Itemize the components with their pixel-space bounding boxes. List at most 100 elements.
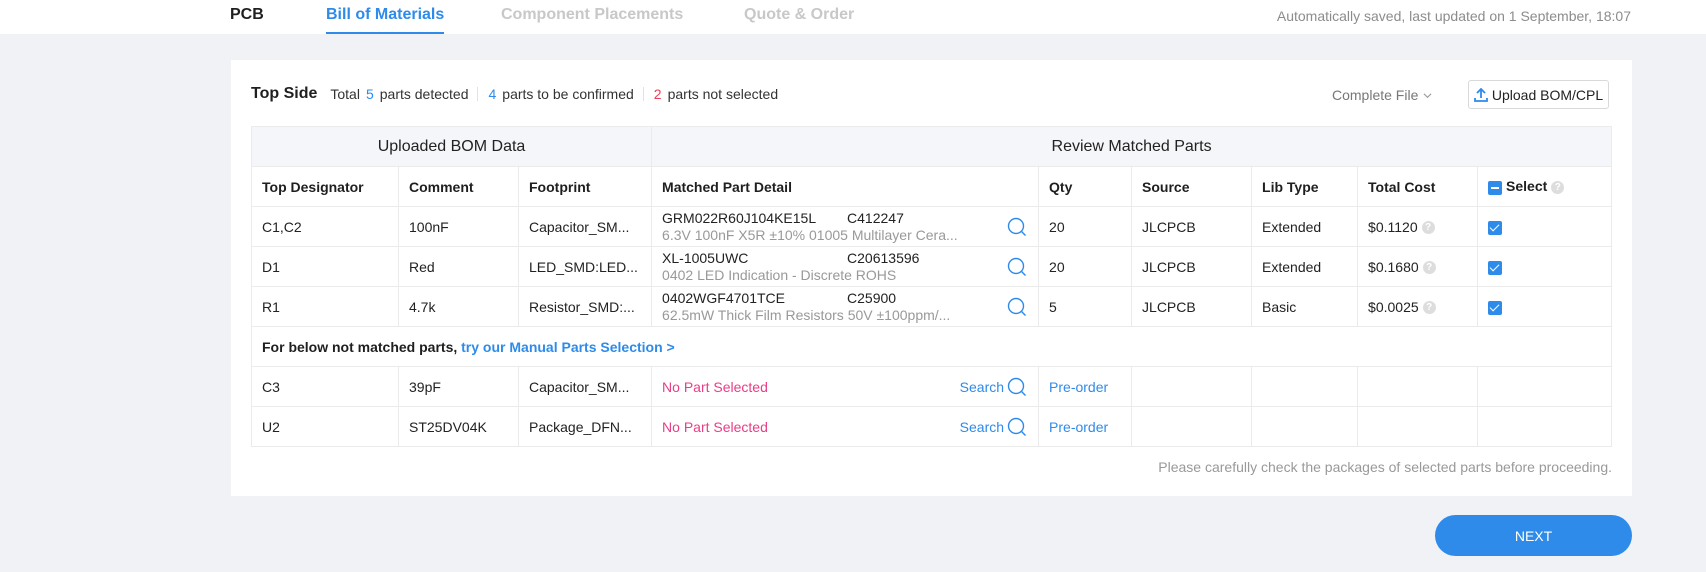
total-cost bbox=[1357, 406, 1479, 447]
lib-type: Basic bbox=[1251, 286, 1359, 327]
preorder-cell: Pre-order bbox=[1038, 406, 1133, 447]
col-header-footprint: Footprint bbox=[517, 166, 653, 207]
col-header-total-cost: Total Cost bbox=[1357, 166, 1479, 207]
manual-parts-selection-link[interactable]: try our Manual Parts Selection > bbox=[461, 339, 675, 355]
part-mpn[interactable]: XL-1005UWC bbox=[662, 250, 847, 267]
upload-label: Upload BOM/CPL bbox=[1491, 86, 1604, 103]
search-icon[interactable] bbox=[1007, 257, 1027, 277]
search-icon[interactable] bbox=[1007, 217, 1027, 237]
tab-component-placements[interactable]: Component Placements bbox=[501, 6, 683, 34]
tab-quote-order[interactable]: Quote & Order bbox=[744, 6, 854, 34]
designator: C1,C2 bbox=[251, 206, 399, 247]
part-lcsc[interactable]: C412247 bbox=[847, 210, 904, 227]
no-part-status: No Part Selected bbox=[662, 378, 768, 395]
table-row: D1 Red LED_SMD:LED... XL-1005UWC C2061359… bbox=[251, 246, 1613, 287]
divider bbox=[477, 87, 479, 101]
preorder-cell: Pre-order bbox=[1038, 366, 1133, 407]
footprint: Package_DFN... bbox=[517, 406, 653, 447]
select-label: Select bbox=[1506, 178, 1548, 195]
matched-part-detail: No Part Selected Search bbox=[651, 406, 1040, 447]
part-lcsc[interactable]: C20613596 bbox=[847, 250, 919, 267]
footprint: Capacitor_SM... bbox=[517, 206, 653, 247]
tab-pcb[interactable]: PCB bbox=[230, 6, 264, 34]
col-header-qty: Qty bbox=[1038, 166, 1133, 207]
select-cell bbox=[1477, 366, 1613, 407]
unmatched-note-row: For below not matched parts, try our Man… bbox=[250, 326, 1613, 367]
search-icon bbox=[1007, 417, 1027, 436]
help-icon[interactable]: ? bbox=[1551, 181, 1565, 195]
group-header-uploaded: Uploaded BOM Data bbox=[250, 126, 653, 167]
designator: C3 bbox=[251, 366, 399, 407]
help-icon[interactable]: ? bbox=[1421, 221, 1435, 235]
bom-table: Uploaded BOM Data Review Matched Parts T… bbox=[250, 126, 1613, 447]
preorder-link[interactable]: Pre-order bbox=[1049, 379, 1108, 395]
matched-part-detail: 0402WGF4701TCE C25900 62.5mW Thick Film R… bbox=[651, 286, 1040, 327]
lib-type: Extended bbox=[1251, 206, 1359, 247]
source: JLCPCB bbox=[1131, 206, 1253, 247]
table-row: R1 4.7k Resistor_SMD:... 0402WGF4701TCE C… bbox=[251, 286, 1613, 327]
footprint: Resistor_SMD:... bbox=[517, 286, 653, 327]
no-part-status: No Part Selected bbox=[662, 418, 768, 435]
preorder-link[interactable]: Pre-order bbox=[1049, 419, 1108, 435]
table-row: U2 ST25DV04K Package_DFN... No Part Sele… bbox=[251, 406, 1613, 447]
col-header-comment: Comment bbox=[398, 166, 519, 207]
help-icon[interactable]: ? bbox=[1422, 261, 1436, 275]
parts-summary: Top Side Total 5 parts detected 4 parts … bbox=[251, 85, 778, 103]
upload-icon bbox=[1473, 87, 1488, 102]
side-title: Top Side bbox=[251, 85, 318, 102]
total-label: Total bbox=[330, 86, 360, 102]
select-cell bbox=[1477, 246, 1613, 287]
col-header-source: Source bbox=[1131, 166, 1253, 207]
table-row: C1,C2 100nF Capacitor_SM... GRM022R60J10… bbox=[251, 206, 1613, 247]
confirm-suffix: parts to be confirmed bbox=[502, 86, 634, 102]
total-cost-value: $0.1120 bbox=[1368, 218, 1418, 235]
note-text: For below not matched parts, bbox=[262, 338, 458, 355]
row-select-checkbox[interactable] bbox=[1488, 220, 1503, 235]
not-selected-count: 2 bbox=[653, 86, 662, 102]
next-button[interactable]: NEXT bbox=[1435, 515, 1632, 556]
total-suffix: parts detected bbox=[379, 86, 469, 102]
autosave-status: Automatically saved, last updated on 1 S… bbox=[1276, 8, 1631, 24]
search-part-button[interactable]: Search bbox=[960, 417, 1027, 437]
part-lcsc[interactable]: C25900 bbox=[847, 290, 896, 307]
total-cost-value: $0.1680 bbox=[1368, 258, 1419, 275]
column-header-row: Top Designator Comment Footprint Matched… bbox=[251, 166, 1613, 207]
search-icon bbox=[1007, 377, 1027, 396]
comment: ST25DV04K bbox=[398, 406, 519, 447]
complete-file-label: Complete File bbox=[1332, 87, 1419, 103]
select-cell bbox=[1477, 406, 1613, 447]
complete-file-dropdown[interactable]: Complete File bbox=[1332, 87, 1432, 103]
help-icon[interactable]: ? bbox=[1422, 301, 1436, 315]
matched-part-detail: XL-1005UWC C20613596 0402 LED Indication … bbox=[651, 246, 1040, 287]
qty: 5 bbox=[1038, 286, 1133, 327]
comment: 39pF bbox=[398, 366, 519, 407]
col-header-select: Select? bbox=[1477, 166, 1613, 207]
search-part-button[interactable]: Search bbox=[960, 377, 1027, 397]
comment: Red bbox=[398, 246, 519, 287]
bom-card: Top Side Total 5 parts detected 4 parts … bbox=[231, 60, 1632, 496]
group-header-row: Uploaded BOM Data Review Matched Parts bbox=[250, 126, 1613, 167]
divider bbox=[642, 87, 644, 101]
part-mpn[interactable]: 0402WGF4701TCE bbox=[662, 290, 847, 307]
designator: R1 bbox=[251, 286, 399, 327]
comment: 4.7k bbox=[398, 286, 519, 327]
col-header-matched-part: Matched Part Detail bbox=[651, 166, 1040, 207]
search-label: Search bbox=[959, 419, 1005, 435]
tab-bill-of-materials[interactable]: Bill of Materials bbox=[326, 6, 445, 34]
qty: 20 bbox=[1038, 246, 1133, 287]
select-all-checkbox[interactable] bbox=[1488, 180, 1503, 195]
select-cell bbox=[1477, 206, 1613, 247]
row-select-checkbox[interactable] bbox=[1488, 300, 1503, 315]
unmatched-note: For below not matched parts, try our Man… bbox=[250, 326, 1613, 367]
total-count: 5 bbox=[365, 86, 374, 102]
select-cell bbox=[1477, 286, 1613, 327]
upload-bom-cpl-button[interactable]: Upload BOM/CPL bbox=[1468, 80, 1609, 109]
part-mpn[interactable]: GRM022R60J104KE15L bbox=[662, 210, 847, 227]
total-cost: $0.1120? bbox=[1357, 206, 1479, 247]
footprint: Capacitor_SM... bbox=[517, 366, 653, 407]
lib-type bbox=[1251, 406, 1359, 447]
source bbox=[1131, 406, 1253, 447]
row-select-checkbox[interactable] bbox=[1488, 260, 1503, 275]
qty: 20 bbox=[1038, 206, 1133, 247]
search-icon[interactable] bbox=[1007, 297, 1027, 317]
